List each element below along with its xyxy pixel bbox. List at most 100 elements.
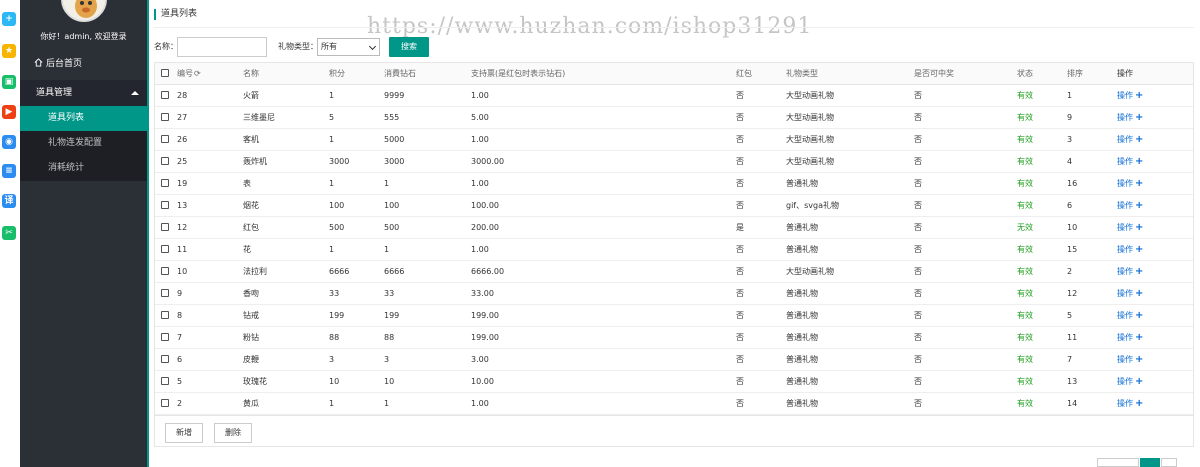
plus-icon[interactable]: + bbox=[1135, 178, 1143, 189]
nav-home[interactable]: 后台首页 bbox=[20, 52, 147, 76]
row-action-link[interactable]: 操作 bbox=[1117, 333, 1133, 342]
cell-votes: 6666.00 bbox=[471, 260, 736, 283]
row-checkbox[interactable] bbox=[161, 376, 169, 385]
sort-icon[interactable]: ⟳ bbox=[194, 69, 201, 78]
plus-icon[interactable]: + bbox=[1135, 310, 1143, 321]
avatar[interactable] bbox=[61, 0, 107, 22]
row-checkbox[interactable] bbox=[161, 288, 169, 297]
row-checkbox[interactable] bbox=[161, 354, 169, 363]
row-select-cell bbox=[155, 326, 177, 349]
sidebar-item-prop-list[interactable]: 道具列表 bbox=[20, 106, 147, 131]
select-all-checkbox[interactable] bbox=[161, 68, 169, 77]
cell-votes: 1.00 bbox=[471, 392, 736, 415]
row-action-link[interactable]: 操作 bbox=[1117, 267, 1133, 276]
page-jump-input[interactable] bbox=[1097, 458, 1139, 467]
row-action-link[interactable]: 操作 bbox=[1117, 179, 1133, 188]
row-checkbox[interactable] bbox=[161, 90, 169, 99]
plus-icon[interactable]: + bbox=[1135, 266, 1143, 277]
cell-points: 3000 bbox=[329, 150, 384, 173]
page-next[interactable] bbox=[1161, 458, 1177, 467]
search-button[interactable]: 搜索 bbox=[389, 37, 429, 57]
plus-app-icon[interactable]: + bbox=[2, 12, 16, 26]
image-app-icon[interactable]: ▣ bbox=[2, 75, 16, 89]
gift-type-select[interactable]: 所有 bbox=[317, 38, 380, 56]
page-current[interactable] bbox=[1140, 458, 1160, 467]
cell-lottery: 否 bbox=[914, 194, 1017, 217]
row-action-link[interactable]: 操作 bbox=[1117, 135, 1133, 144]
cell-name: 黄瓜 bbox=[243, 392, 329, 415]
plus-icon[interactable]: + bbox=[1135, 244, 1143, 255]
cell-redpack: 否 bbox=[736, 106, 786, 129]
cell-redpack: 否 bbox=[736, 194, 786, 217]
row-checkbox[interactable] bbox=[161, 134, 169, 143]
row-checkbox[interactable] bbox=[161, 244, 169, 253]
plus-icon[interactable]: + bbox=[1135, 134, 1143, 145]
plus-icon[interactable]: + bbox=[1135, 288, 1143, 299]
row-action-link[interactable]: 操作 bbox=[1117, 377, 1133, 386]
row-action-link[interactable]: 操作 bbox=[1117, 223, 1133, 232]
row-action-link[interactable]: 操作 bbox=[1117, 157, 1133, 166]
row-checkbox[interactable] bbox=[161, 310, 169, 319]
row-action-link[interactable]: 操作 bbox=[1117, 201, 1133, 210]
cell-id: 7 bbox=[177, 326, 243, 349]
cell-lottery: 否 bbox=[914, 260, 1017, 283]
cell-points: 1 bbox=[329, 238, 384, 261]
add-button[interactable]: 新增 bbox=[165, 423, 203, 443]
row-action-link[interactable]: 操作 bbox=[1117, 355, 1133, 364]
plus-icon[interactable]: + bbox=[1135, 90, 1143, 101]
cell-status: 有效 bbox=[1017, 172, 1067, 195]
row-checkbox[interactable] bbox=[161, 200, 169, 209]
row-action-link[interactable]: 操作 bbox=[1117, 245, 1133, 254]
cell-diamonds: 1 bbox=[384, 392, 471, 415]
cell-id: 11 bbox=[177, 238, 243, 261]
table-row: 2 黄瓜 1 1 1.00 否普通礼物否有效 14 操作 + bbox=[155, 392, 1193, 415]
cell-status: 有效 bbox=[1017, 304, 1067, 327]
row-action-link[interactable]: 操作 bbox=[1117, 113, 1133, 122]
cell-actions: 操作 + bbox=[1117, 304, 1193, 327]
disk-app-icon[interactable]: ◉ bbox=[2, 135, 16, 149]
translate-app-icon[interactable]: 译 bbox=[2, 194, 16, 208]
plus-icon[interactable]: + bbox=[1135, 222, 1143, 233]
col-points: 积分 bbox=[329, 63, 384, 85]
row-action-link[interactable]: 操作 bbox=[1117, 311, 1133, 320]
row-select-cell bbox=[155, 304, 177, 327]
plus-icon[interactable]: + bbox=[1135, 376, 1143, 387]
row-checkbox[interactable] bbox=[161, 178, 169, 187]
cell-actions: 操作 + bbox=[1117, 326, 1193, 349]
star-app-icon[interactable]: ★ bbox=[2, 44, 16, 58]
cell-lottery: 否 bbox=[914, 172, 1017, 195]
nav-group-props[interactable]: 道具管理 bbox=[20, 80, 147, 106]
row-action-link[interactable]: 操作 bbox=[1117, 91, 1133, 100]
row-action-link[interactable]: 操作 bbox=[1117, 399, 1133, 408]
sidebar-item-consumption-stats[interactable]: 消耗统计 bbox=[20, 156, 147, 181]
row-checkbox[interactable] bbox=[161, 266, 169, 275]
sidebar-item-gift-combo[interactable]: 礼物连发配置 bbox=[20, 131, 147, 156]
cell-points: 1 bbox=[329, 392, 384, 415]
cell-votes: 33.00 bbox=[471, 282, 736, 305]
plus-icon[interactable]: + bbox=[1135, 156, 1143, 167]
cell-name: 表 bbox=[243, 172, 329, 195]
delete-button[interactable]: 删除 bbox=[214, 423, 252, 443]
home-icon bbox=[34, 58, 43, 67]
cell-status: 有效 bbox=[1017, 392, 1067, 415]
cell-status: 有效 bbox=[1017, 260, 1067, 283]
scissors-app-icon[interactable]: ✂ bbox=[2, 226, 16, 240]
plus-icon[interactable]: + bbox=[1135, 398, 1143, 409]
plus-icon[interactable]: + bbox=[1135, 112, 1143, 123]
row-checkbox[interactable] bbox=[161, 222, 169, 231]
plus-icon[interactable]: + bbox=[1135, 354, 1143, 365]
row-action-link[interactable]: 操作 bbox=[1117, 289, 1133, 298]
plus-icon[interactable]: + bbox=[1135, 332, 1143, 343]
col-votes: 支持票(是红包时表示钻石) bbox=[471, 63, 736, 85]
plus-icon[interactable]: + bbox=[1135, 200, 1143, 211]
name-search-input[interactable] bbox=[177, 37, 267, 57]
row-checkbox[interactable] bbox=[161, 156, 169, 165]
row-checkbox[interactable] bbox=[161, 112, 169, 121]
col-id[interactable]: 编号⟳ bbox=[177, 63, 243, 85]
row-checkbox[interactable] bbox=[161, 332, 169, 341]
row-checkbox[interactable] bbox=[161, 398, 169, 407]
cell-points: 500 bbox=[329, 216, 384, 239]
cell-votes: 5.00 bbox=[471, 106, 736, 129]
list-app-icon[interactable]: ≡ bbox=[2, 164, 16, 178]
video-app-icon[interactable]: ▶ bbox=[2, 105, 16, 119]
